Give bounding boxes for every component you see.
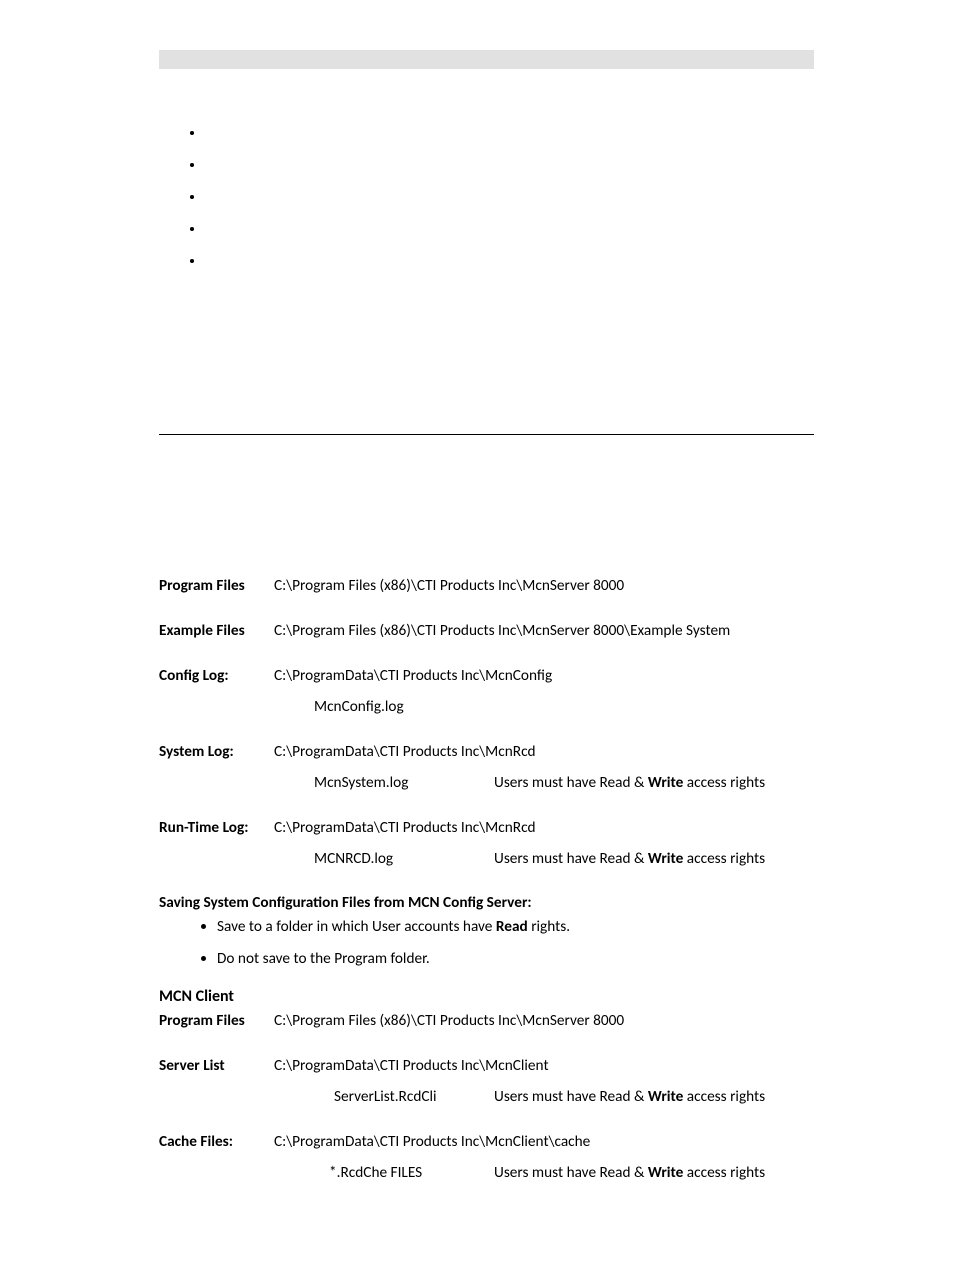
row-config-log: Config Log: C:\ProgramData\CTI Products … (159, 665, 814, 719)
value: C:\ProgramData\CTI Products Inc\McnClien… (274, 1131, 814, 1154)
value: C:\ProgramData\CTI Products Inc\McnClien… (274, 1055, 814, 1078)
label: Run-Time Log: (159, 817, 274, 840)
filename: McnSystem.log (274, 772, 494, 795)
value: C:\ProgramData\CTI Products Inc\McnConfi… (274, 665, 814, 688)
label: Program Files (159, 1010, 274, 1033)
rights-note: Users must have Read & Write access righ… (494, 772, 814, 795)
list-item (205, 252, 814, 284)
list-item (205, 220, 814, 252)
top-bullet-list (159, 124, 814, 284)
mcn-client-heading: MCN Client (159, 987, 814, 1006)
value: C:\ProgramData\CTI Products Inc\McnRcd (274, 741, 814, 764)
label: System Log: (159, 741, 274, 764)
list-item: Do not save to the Program folder. (217, 948, 814, 971)
filename: ServerList.RcdCli (274, 1086, 494, 1109)
value: C:\Program Files (x86)\CTI Products Inc\… (274, 620, 814, 643)
main-section: Program Files C:\Program Files (x86)\CTI… (159, 575, 814, 1185)
list-item (205, 124, 814, 156)
row-system-log: System Log: C:\ProgramData\CTI Products … (159, 741, 814, 795)
label: Example Files (159, 620, 274, 643)
saving-list: Save to a folder in which User accounts … (159, 916, 814, 972)
filename: McnConfig.log (274, 696, 814, 719)
value: C:\Program Files (x86)\CTI Products Inc\… (274, 1010, 814, 1033)
label: Config Log: (159, 665, 274, 688)
filename: *.RcdChe FILES (274, 1162, 494, 1185)
filename: MCNRCD.log (274, 848, 494, 871)
rights-note: Users must have Read & Write access righ… (494, 1162, 814, 1185)
row-example-files: Example Files C:\Program Files (x86)\CTI… (159, 620, 814, 643)
divider (159, 434, 814, 435)
row-client-program-files: Program Files C:\Program Files (x86)\CTI… (159, 1010, 814, 1033)
rights-note: Users must have Read & Write access righ… (494, 1086, 814, 1109)
row-server-list: Server List C:\ProgramData\CTI Products … (159, 1055, 814, 1109)
row-runtime-log: Run-Time Log: C:\ProgramData\CTI Product… (159, 817, 814, 871)
row-program-files: Program Files C:\Program Files (x86)\CTI… (159, 575, 814, 598)
list-item (205, 156, 814, 188)
list-item: Save to a folder in which User accounts … (217, 916, 814, 939)
rights-note: Users must have Read & Write access righ… (494, 848, 814, 871)
page: Program Files C:\Program Files (x86)\CTI… (0, 0, 954, 1267)
row-cache-files: Cache Files: C:\ProgramData\CTI Products… (159, 1131, 814, 1185)
value: C:\Program Files (x86)\CTI Products Inc\… (274, 575, 814, 598)
label: Program Files (159, 575, 274, 598)
header-bar (159, 50, 814, 69)
label: Cache Files: (159, 1131, 274, 1154)
saving-heading: Saving System Configuration Files from M… (159, 893, 814, 912)
label: Server List (159, 1055, 274, 1078)
value: C:\ProgramData\CTI Products Inc\McnRcd (274, 817, 814, 840)
list-item (205, 188, 814, 220)
